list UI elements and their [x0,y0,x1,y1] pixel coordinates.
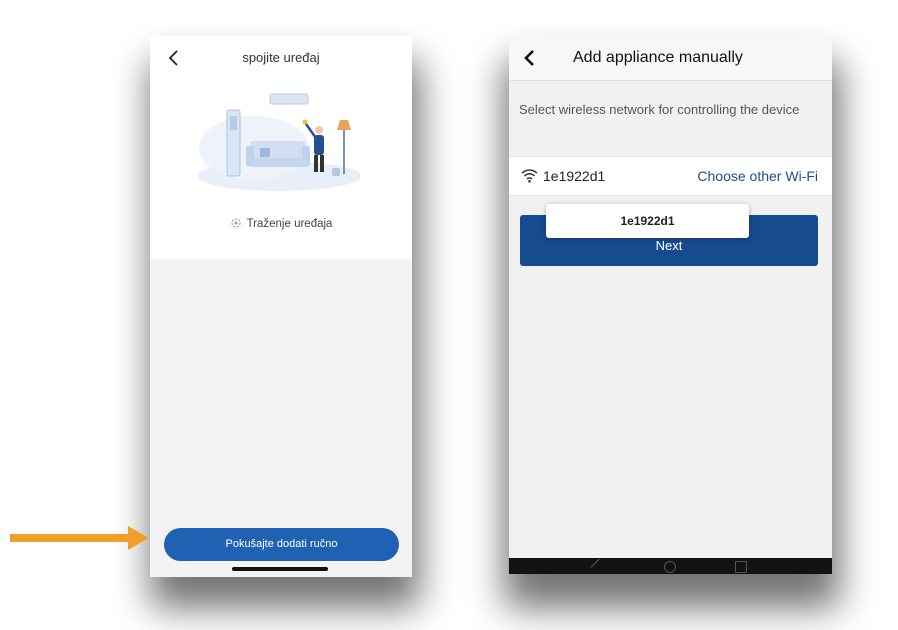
spinner-icon [230,218,241,228]
connect-device-panel: spojite uređaj Traženje uređaja [150,36,412,259]
instruction-text: Select wireless network for controlling … [519,102,800,117]
wifi-icon [521,169,538,183]
choose-other-wifi-link[interactable]: Choose other Wi-Fi [697,168,818,184]
chevron-left-icon[interactable] [521,48,539,68]
add-manually-button[interactable]: Pokušajte dodati ručno [164,528,399,561]
ssid-tooltip: 1e1922d1 [546,204,749,238]
home-indicator[interactable] [232,567,328,571]
app-header: Add appliance manually [509,36,832,81]
recents-nav-icon[interactable] [735,561,747,573]
home-nav-icon[interactable] [664,561,676,573]
arrow-right-icon [10,526,149,550]
wifi-ssid: 1e1922d1 [543,168,606,184]
right-phone-screen: Add appliance manually Select wireless n… [509,36,832,574]
page-title: Add appliance manually [573,49,743,66]
android-navigation-bar [509,558,832,574]
living-room-illustration [197,93,361,191]
search-status-text: Traženje uređaja [246,218,333,230]
search-status: Traženje uređaja [150,217,412,230]
screenshot-canvas: spojite uređaj Traženje uređaja Pokušajt… [0,0,898,630]
left-phone-screen: spojite uređaj Traženje uređaja Pokušajt… [150,36,412,577]
page-title: spojite uređaj [242,50,320,65]
wifi-network-row[interactable]: 1e1922d1 Choose other Wi-Fi [509,156,832,196]
back-nav-icon[interactable] [590,558,608,574]
